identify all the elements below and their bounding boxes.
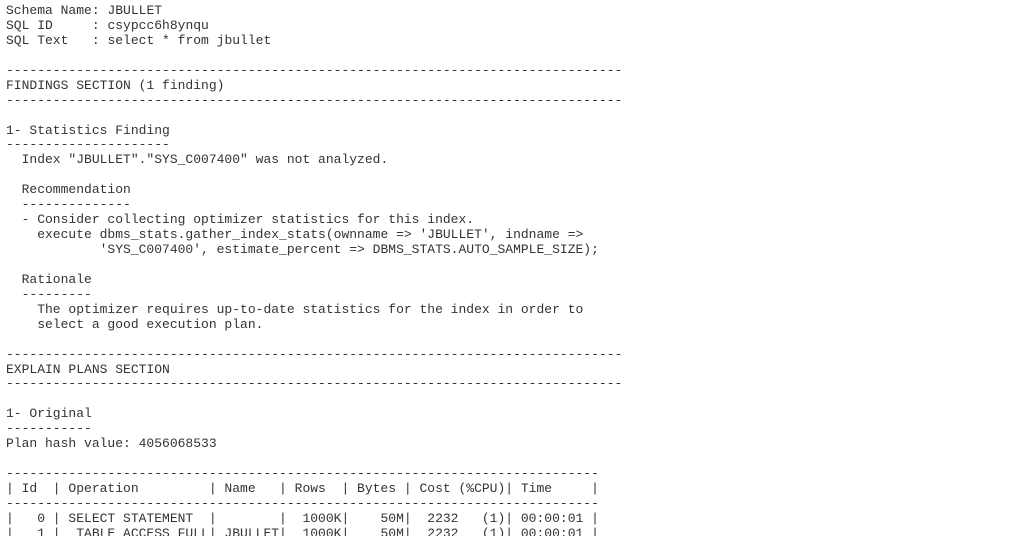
plan-table-row: | 0 | SELECT STATEMENT | | 1000K| 50M| 2…: [6, 511, 599, 526]
findings-title: FINDINGS SECTION (1 finding): [6, 78, 224, 93]
recommendation-title: Recommendation: [6, 182, 131, 197]
schema-line: Schema Name: JBULLET: [6, 3, 162, 18]
plan-hash: Plan hash value: 4056068533: [6, 436, 217, 451]
rule: ----------------------------------------…: [6, 63, 622, 78]
rationale-line: The optimizer requires up-to-date statis…: [6, 302, 583, 317]
sql-report: Schema Name: JBULLET SQL ID : csypcc6h8y…: [0, 0, 1024, 536]
finding-1-title: 1- Statistics Finding: [6, 123, 170, 138]
recommendation-line: - Consider collecting optimizer statisti…: [6, 212, 474, 227]
plan-1-title: 1- Original: [6, 406, 92, 421]
rationale-dash: ---------: [6, 287, 92, 302]
plan-table-border: ----------------------------------------…: [6, 466, 599, 481]
sql-text-line: SQL Text : select * from jbullet: [6, 33, 271, 48]
finding-1-body: Index "JBULLET"."SYS_C007400" was not an…: [6, 152, 388, 167]
recommendation-line: 'SYS_C007400', estimate_percent => DBMS_…: [6, 242, 599, 257]
rule: ----------------------------------------…: [6, 347, 622, 362]
finding-1-dash: ---------------------: [6, 137, 170, 152]
plan-table-head: | Id | Operation | Name | Rows | Bytes |…: [6, 481, 599, 496]
plan-table-border: ----------------------------------------…: [6, 496, 599, 511]
rationale-title: Rationale: [6, 272, 92, 287]
recommendation-dash: --------------: [6, 197, 131, 212]
rule: ----------------------------------------…: [6, 93, 622, 108]
recommendation-line: execute dbms_stats.gather_index_stats(ow…: [6, 227, 583, 242]
explain-title: EXPLAIN PLANS SECTION: [6, 362, 170, 377]
rule: ----------------------------------------…: [6, 376, 622, 391]
sql-id-line: SQL ID : csypcc6h8ynqu: [6, 18, 209, 33]
plan-table-row: | 1 | TABLE ACCESS FULL| JBULLET| 1000K|…: [6, 526, 599, 536]
rationale-line: select a good execution plan.: [6, 317, 263, 332]
plan-1-dash: -----------: [6, 421, 92, 436]
